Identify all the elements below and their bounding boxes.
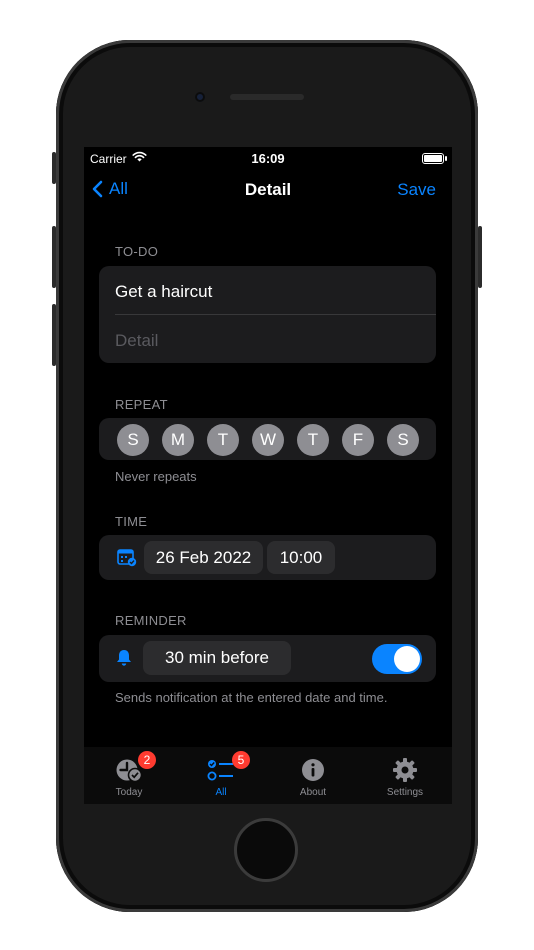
mute-switch <box>52 152 56 184</box>
day-wednesday-button[interactable]: W <box>252 424 284 456</box>
reminder-toggle[interactable] <box>372 644 422 674</box>
weekday-selector: S M T W T F S <box>117 424 419 456</box>
gear-icon <box>393 758 417 782</box>
tab-about-label: About <box>299 787 327 798</box>
day-tuesday-button[interactable]: T <box>207 424 239 456</box>
repeat-section-label: REPEAT <box>115 397 168 412</box>
tab-about[interactable]: About <box>283 755 343 798</box>
reminder-offset-button[interactable]: 30 min before <box>143 641 291 675</box>
tab-all-label: All <box>215 787 227 798</box>
volume-down-button <box>52 304 56 366</box>
time-picker-button[interactable]: 10:00 <box>267 541 335 574</box>
volume-up-button <box>52 226 56 288</box>
reminder-section-label: REMINDER <box>115 613 187 628</box>
time-card: 26 Feb 2022 10:00 <box>99 535 436 580</box>
day-saturday-button[interactable]: S <box>387 424 419 456</box>
tab-settings[interactable]: Settings <box>375 755 435 798</box>
repeat-card: S M T W T F S <box>99 418 436 460</box>
todo-card: Get a haircut Detail <box>99 266 436 363</box>
all-badge: 5 <box>232 751 250 769</box>
front-camera <box>195 92 205 102</box>
bell-icon <box>117 650 131 666</box>
status-bar: Carrier 16:09 <box>84 147 452 169</box>
save-button[interactable]: Save <box>397 180 436 200</box>
screen: Carrier 16:09 All Detail Save TO-DO Get … <box>84 147 452 804</box>
todo-detail-input[interactable]: Detail <box>115 331 158 351</box>
status-time: 16:09 <box>251 151 285 166</box>
calendar-icon <box>117 549 137 567</box>
tab-settings-label: Settings <box>386 787 424 798</box>
tab-today[interactable]: 2 Today <box>99 751 159 798</box>
info-icon <box>302 759 324 781</box>
todo-divider <box>115 314 436 315</box>
date-picker-button[interactable]: 26 Feb 2022 <box>144 541 263 574</box>
tab-bar: 2 Today 5 All About Settings <box>84 747 452 804</box>
day-thursday-button[interactable]: T <box>297 424 329 456</box>
today-badge: 2 <box>138 751 156 769</box>
reminder-hint: Sends notification at the entered date a… <box>115 690 388 705</box>
todo-section-label: TO-DO <box>115 244 159 259</box>
tab-today-label: Today <box>115 787 143 798</box>
day-friday-button[interactable]: F <box>342 424 374 456</box>
repeat-hint: Never repeats <box>115 469 197 484</box>
power-button <box>478 226 482 288</box>
earpiece-speaker <box>230 94 304 100</box>
todo-title-input[interactable]: Get a haircut <box>115 282 212 302</box>
battery-icon <box>422 153 447 164</box>
day-sunday-button[interactable]: S <box>117 424 149 456</box>
home-button[interactable] <box>234 818 298 882</box>
toggle-knob <box>394 646 420 672</box>
reminder-card: 30 min before <box>99 635 436 682</box>
time-section-label: TIME <box>115 514 148 529</box>
checklist-icon <box>207 760 233 781</box>
tab-all[interactable]: 5 All <box>191 751 251 798</box>
day-monday-button[interactable]: M <box>162 424 194 456</box>
navigation-bar: All Detail Save <box>84 169 452 209</box>
